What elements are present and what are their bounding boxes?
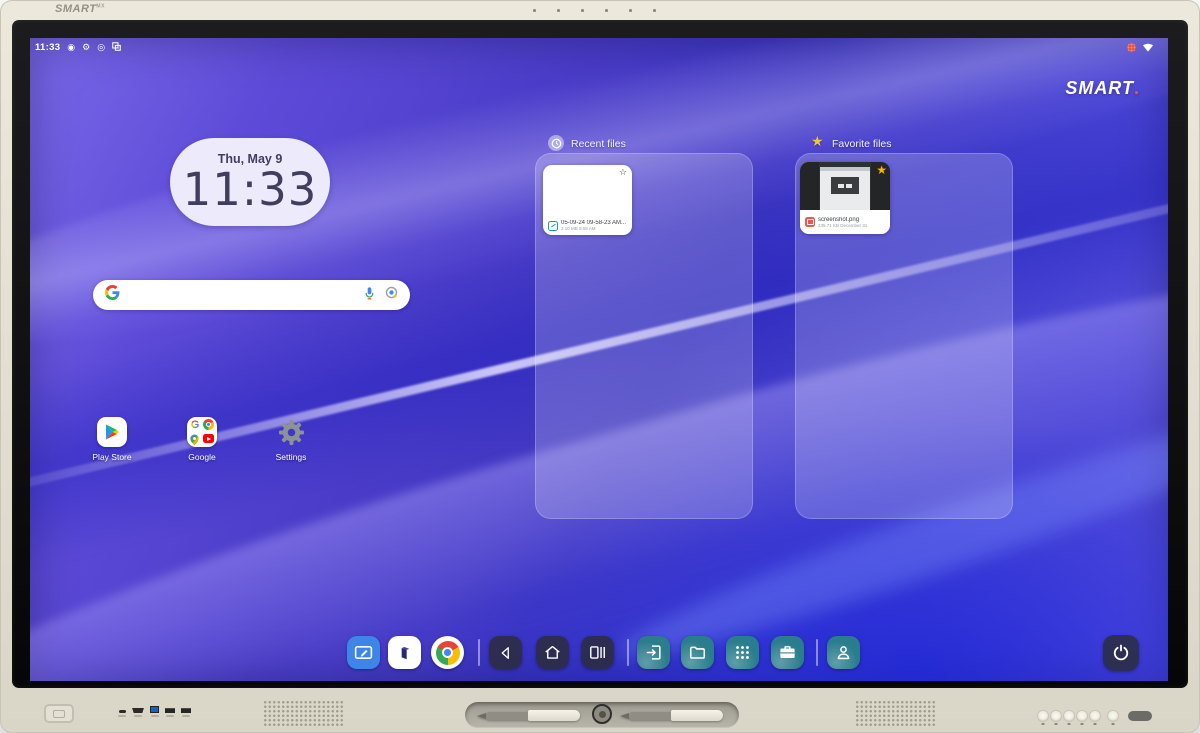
tray-power-button (592, 704, 612, 724)
recent-files-title: Recent files (571, 138, 626, 150)
wifi-icon (1142, 39, 1154, 57)
favorite-file-card[interactable]: ★ screenshot.png 235.71 KB December 31 (800, 162, 890, 234)
taskbar-chrome-button[interactable] (431, 636, 464, 669)
youtube-mini-icon (203, 434, 214, 443)
recent-file-card[interactable]: ☆ 05-09-24 09-58-23 AM... 2.10 MB 9:58 A… (543, 165, 632, 235)
settings-gear-icon (276, 417, 306, 447)
favorite-files-title: Favorite files (832, 138, 892, 150)
recording-indicator-icon (1127, 43, 1136, 52)
usb-b-port (150, 706, 159, 717)
android-home-screen: 11:33 ◉ ⚙ ◎ SMART. Thu, May 9 11:33 (30, 38, 1168, 681)
google-g-mini-icon: G (189, 419, 201, 431)
taskbar-back-button[interactable] (489, 636, 522, 669)
maps-mini-icon (189, 433, 201, 445)
chrome-mini-icon (203, 419, 214, 430)
search-input[interactable] (128, 288, 355, 302)
control-button (1076, 710, 1088, 722)
front-ports (118, 704, 191, 717)
mic-hole (605, 9, 608, 12)
app-label: Google (188, 452, 215, 462)
usb-c-port (118, 710, 126, 717)
recent-clock-icon (548, 135, 564, 151)
taskbar-divider (816, 639, 818, 666)
taskbar-account-button[interactable] (827, 636, 860, 669)
clock-time: 11:33 (183, 167, 318, 212)
control-button (1037, 710, 1049, 722)
control-button (1089, 710, 1101, 722)
screenshot-icon (112, 42, 121, 53)
google-folder-icon: G (187, 417, 217, 447)
app-settings[interactable]: Settings (255, 417, 327, 462)
front-control-buttons (1037, 710, 1152, 722)
power-button (1107, 710, 1119, 722)
taskbar-whiteboard-button[interactable] (347, 636, 380, 669)
smart-board-display: SMARTMX 11:33 ◉ ⚙ ◎ (0, 0, 1200, 733)
favorites-star-icon: ★ (811, 134, 824, 148)
taskbar-smart-launcher-button[interactable] (388, 636, 421, 669)
usb-a-port (165, 708, 175, 717)
image-file-icon (805, 217, 815, 227)
file-meta: 235.71 KB December 31 (818, 223, 867, 228)
right-speaker-grille (855, 700, 937, 726)
star-filled-icon[interactable]: ★ (876, 164, 887, 176)
taskbar-toolbox-button[interactable] (771, 636, 804, 669)
taskbar-files-button[interactable] (681, 636, 714, 669)
mic-hole (533, 9, 536, 12)
mic-hole (653, 9, 656, 12)
app-folder-google[interactable]: G Google (166, 417, 238, 462)
file-meta: 2.10 MB 9:58 AM (561, 226, 626, 231)
mic-hole (557, 9, 560, 12)
id-sensor-panel (44, 704, 74, 723)
pen-tray (465, 702, 739, 728)
mic-icon[interactable] (363, 286, 376, 305)
chrome-icon (436, 641, 460, 665)
left-speaker-grille (263, 700, 345, 726)
bezel-series-label: MX (96, 3, 105, 9)
taskbar-apps-button[interactable] (726, 636, 759, 669)
file-thumbnail: ★ (800, 162, 890, 210)
cast-icon: ◎ (97, 43, 105, 52)
status-time: 11:33 (35, 42, 60, 53)
status-light (1128, 711, 1152, 721)
whiteboard-file-icon (548, 221, 558, 231)
star-outline-icon[interactable]: ☆ (619, 168, 627, 177)
taskbar-divider (478, 639, 480, 666)
hdmi-port (132, 708, 144, 717)
play-store-icon (97, 417, 127, 447)
control-button (1063, 710, 1075, 722)
taskbar-power-sync-button[interactable] (1103, 635, 1139, 671)
app-label: Settings (276, 452, 307, 462)
taskbar-divider (627, 639, 629, 666)
stylus-pen-left (477, 710, 580, 721)
lens-icon[interactable] (385, 286, 398, 304)
app-play-store[interactable]: Play Store (76, 417, 148, 462)
gear-icon: ⚙ (82, 43, 90, 52)
taskbar-recents-button[interactable] (581, 636, 614, 669)
taskbar-home-button[interactable] (536, 636, 569, 669)
taskbar-input-button[interactable] (637, 636, 670, 669)
mic-hole (581, 9, 584, 12)
display-bezel: 11:33 ◉ ⚙ ◎ SMART. Thu, May 9 11:33 (12, 20, 1188, 688)
google-g-icon (105, 285, 120, 305)
mic-hole (629, 9, 632, 12)
app-label: Play Store (92, 452, 131, 462)
usb-a-port (181, 708, 191, 717)
status-bar: 11:33 ◉ ⚙ ◎ (30, 38, 1168, 57)
control-button (1050, 710, 1062, 722)
stylus-pen-right (620, 710, 723, 721)
bezel-brand-logo: SMARTMX (55, 3, 105, 15)
clock-widget[interactable]: Thu, May 9 11:33 (170, 138, 330, 226)
record-icon: ◉ (67, 43, 75, 52)
smart-wallpaper-logo: SMART. (1065, 78, 1140, 99)
google-search-bar[interactable] (93, 280, 410, 310)
